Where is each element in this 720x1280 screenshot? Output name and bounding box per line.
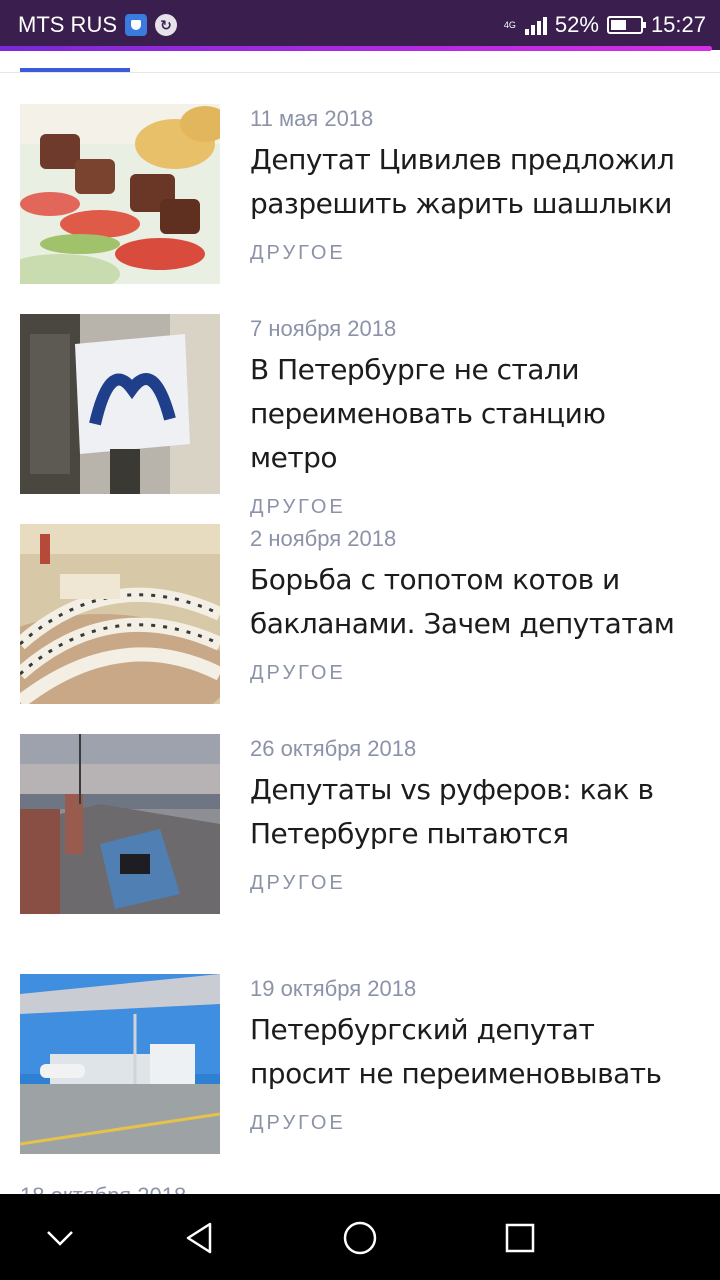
status-right: 4G 52% 15:27 <box>503 12 706 38</box>
news-meta: 26 октября 2018 Депутаты vs руферов: как… <box>250 734 700 896</box>
news-meta: 7 ноября 2018 В Петербурге не стали пере… <box>250 314 700 520</box>
parliament-hall-photo[interactable] <box>20 524 220 704</box>
news-item[interactable]: 2 ноября 2018 Борьба с топотом котов и б… <box>20 524 700 704</box>
news-item[interactable]: 7 ноября 2018 В Петербурге не стали пере… <box>20 314 700 518</box>
status-left: MTS RUS ↻ <box>18 12 177 38</box>
shashlik-photo[interactable] <box>20 104 220 284</box>
rooftop-photo[interactable] <box>20 734 220 914</box>
home-icon[interactable] <box>340 1218 380 1258</box>
tab-strip <box>0 51 720 73</box>
news-meta: 2 ноября 2018 Борьба с топотом котов и б… <box>250 524 700 686</box>
news-meta: 11 мая 2018 Депутат Цивилев предложил ра… <box>250 104 700 266</box>
news-meta: 19 октября 2018 Петербургский депутат пр… <box>250 974 700 1136</box>
news-date: 2 ноября 2018 <box>250 526 397 551</box>
news-category[interactable]: ДРУГОЕ <box>250 660 700 686</box>
battery-percent: 52% <box>554 12 599 37</box>
news-date: 11 мая 2018 <box>250 106 374 131</box>
news-category[interactable]: ДРУГОЕ <box>250 240 700 266</box>
signal-icon <box>524 15 547 35</box>
news-title[interactable]: Депутаты vs руферов: как в Петербурге пы… <box>250 768 700 856</box>
back-icon[interactable] <box>180 1218 220 1258</box>
news-title[interactable]: Депутат Цивилев предложил разрешить жари… <box>250 138 700 226</box>
tab-active-indicator[interactable] <box>20 68 130 72</box>
news-category[interactable]: ДРУГОЕ <box>250 494 700 520</box>
news-category[interactable]: ДРУГОЕ <box>250 1110 700 1136</box>
battery-icon <box>606 16 646 34</box>
news-date: 7 ноября 2018 <box>250 316 397 341</box>
chevron-down-icon[interactable] <box>40 1218 80 1258</box>
recents-icon[interactable] <box>500 1218 540 1258</box>
news-date: 19 октября 2018 <box>250 976 417 1001</box>
news-title[interactable]: Петербургский депутат просит не переимен… <box>250 1008 700 1096</box>
shield-icon <box>125 14 147 36</box>
refresh-icon: ↻ <box>155 14 177 36</box>
news-item[interactable]: 11 мая 2018 Депутат Цивилев предложил ра… <box>20 104 700 284</box>
airport-photo[interactable] <box>20 974 220 1154</box>
news-item[interactable]: 26 октября 2018 Депутаты vs руферов: как… <box>20 734 700 914</box>
news-title[interactable]: Борьба с топотом котов и бакланами. Заче… <box>250 558 700 646</box>
network-type: 4G <box>503 19 516 30</box>
news-date: 26 октября 2018 <box>250 736 417 761</box>
status-bar: MTS RUS ↻ 4G 52% 15:27 <box>0 0 720 51</box>
news-title[interactable]: В Петербурге не стали переименовать стан… <box>250 348 700 480</box>
clock: 15:27 <box>650 12 706 37</box>
navigation-bar <box>0 1194 720 1280</box>
news-category[interactable]: ДРУГОЕ <box>250 870 700 896</box>
carrier-name: MTS RUS <box>18 12 117 37</box>
news-item[interactable]: 19 октября 2018 Петербургский депутат пр… <box>20 974 700 1154</box>
metro-sign-photo[interactable] <box>20 314 220 494</box>
